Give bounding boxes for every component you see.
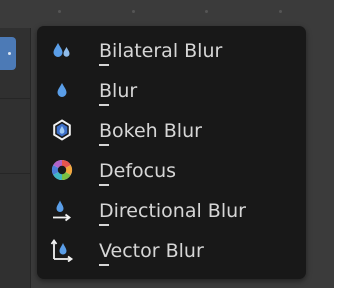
blur-icon bbox=[57, 83, 67, 97]
mnemonic-underline bbox=[99, 264, 109, 266]
mnemonic-underline bbox=[99, 64, 109, 66]
menu-item-label: Bilateral Blur bbox=[99, 40, 223, 62]
menu-item-bokeh-blur[interactable]: Bokeh Blur bbox=[37, 111, 306, 151]
menu-item-bilateral-blur[interactable]: Bilateral Blur bbox=[37, 31, 306, 71]
blur-nodes-menu: Bilateral Blur Blur Bokeh Blur Defocus D… bbox=[37, 26, 306, 279]
menu-item-defocus[interactable]: Defocus bbox=[37, 151, 306, 191]
menu-item-label: Bokeh Blur bbox=[99, 120, 202, 142]
menu-item-label: Directional Blur bbox=[99, 200, 246, 222]
defocus-icon bbox=[51, 159, 73, 181]
mnemonic-underline bbox=[99, 104, 109, 106]
node-editor-background: Bilateral Blur Blur Bokeh Blur Defocus D… bbox=[0, 0, 334, 288]
menu-item-blur[interactable]: Blur bbox=[37, 71, 306, 111]
menu-item-directional-blur[interactable]: Directional Blur bbox=[37, 191, 306, 231]
grid-dot bbox=[205, 10, 208, 13]
side-panel-tab[interactable] bbox=[0, 37, 16, 70]
grid-dot bbox=[58, 10, 61, 13]
menu-item-label: Blur bbox=[99, 80, 138, 102]
menu-item-vector-blur[interactable]: Vector Blur bbox=[37, 231, 306, 271]
grid-dot bbox=[279, 10, 282, 13]
menu-item-label: Vector Blur bbox=[99, 240, 204, 262]
grid-dot bbox=[132, 10, 135, 13]
bokeh-blur-icon bbox=[53, 119, 71, 141]
bilateral-blur-icon bbox=[53, 43, 70, 57]
mnemonic-underline bbox=[99, 184, 109, 186]
panel-divider bbox=[0, 98, 30, 99]
mnemonic-underline bbox=[99, 224, 109, 226]
vector-blur-icon bbox=[50, 238, 74, 262]
menu-item-label: Defocus bbox=[99, 160, 177, 182]
mnemonic-underline bbox=[99, 144, 109, 146]
directional-blur-icon bbox=[53, 200, 71, 222]
panel-divider bbox=[0, 173, 30, 174]
